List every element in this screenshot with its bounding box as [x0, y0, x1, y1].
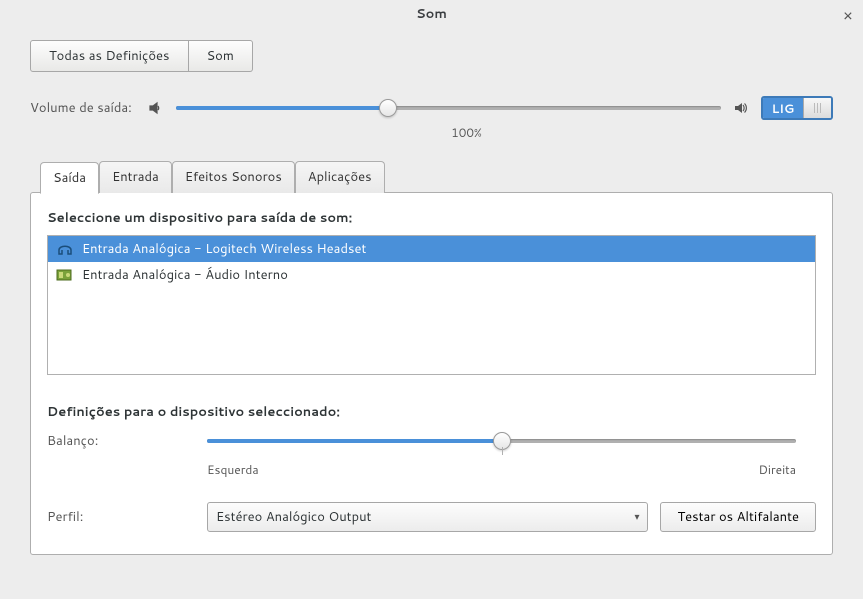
speaker-low-icon — [148, 100, 164, 116]
speaker-high-icon — [733, 100, 749, 116]
tab-input[interactable]: Entrada — [99, 161, 172, 193]
balance-row: Balanço: — [47, 431, 816, 451]
toggle-on-label: LIG — [763, 98, 803, 118]
list-item[interactable]: Entrada Analógica - Logitech Wireless He… — [48, 236, 815, 262]
balance-scale-labels: Esquerda Direita — [207, 461, 796, 478]
window-title: Som — [416, 5, 447, 23]
tab-apps[interactable]: Aplicações — [295, 161, 385, 193]
balance-right-label: Direita — [758, 461, 796, 478]
output-volume-label: Volume de saída: — [30, 99, 132, 117]
device-settings-title: Definições para o dispositivo selecciona… — [47, 403, 816, 421]
output-mute-toggle[interactable]: LIG — [761, 96, 833, 120]
breadcrumb-all-settings[interactable]: Todas as Definições — [30, 40, 189, 72]
tab-output[interactable]: Saída — [40, 162, 99, 194]
breadcrumb: Todas as Definições Som — [30, 40, 833, 72]
output-volume-slider[interactable] — [176, 98, 721, 118]
breadcrumb-current[interactable]: Som — [189, 40, 253, 72]
headset-icon — [56, 242, 74, 256]
balance-label: Balanço: — [47, 432, 187, 450]
test-speakers-button[interactable]: Testar os Altifalante — [660, 502, 816, 532]
profile-select[interactable]: Estéreo Analógico Output ▾ — [207, 502, 648, 532]
tab-effects[interactable]: Efeitos Sonoros — [172, 161, 295, 193]
list-item[interactable]: Entrada Analógica - Áudio Interno — [48, 262, 815, 288]
output-volume-row: Volume de saída: LIG — [30, 96, 833, 120]
device-label: Entrada Analógica - Logitech Wireless He… — [82, 240, 366, 258]
balance-left-label: Esquerda — [207, 461, 259, 478]
output-panel: Seleccione um dispositivo para saída de … — [30, 192, 833, 555]
close-icon[interactable]: × — [843, 4, 853, 27]
profile-label: Perfil: — [47, 508, 195, 526]
device-list: Entrada Analógica - Logitech Wireless He… — [47, 235, 816, 375]
device-label: Entrada Analógica - Áudio Interno — [82, 266, 288, 284]
profile-selected-value: Estéreo Analógico Output — [216, 508, 371, 526]
soundcard-icon — [56, 268, 74, 282]
chevron-down-icon: ▾ — [634, 510, 639, 524]
select-device-title: Seleccione um dispositivo para saída de … — [47, 209, 816, 227]
window-titlebar: Som × — [0, 0, 863, 28]
tab-bar: Saída Entrada Efeitos Sonoros Aplicações — [30, 161, 833, 193]
profile-row: Perfil: Estéreo Analógico Output ▾ Testa… — [47, 502, 816, 532]
toggle-knob — [803, 98, 831, 118]
volume-percent-label: 100% — [210, 124, 723, 141]
